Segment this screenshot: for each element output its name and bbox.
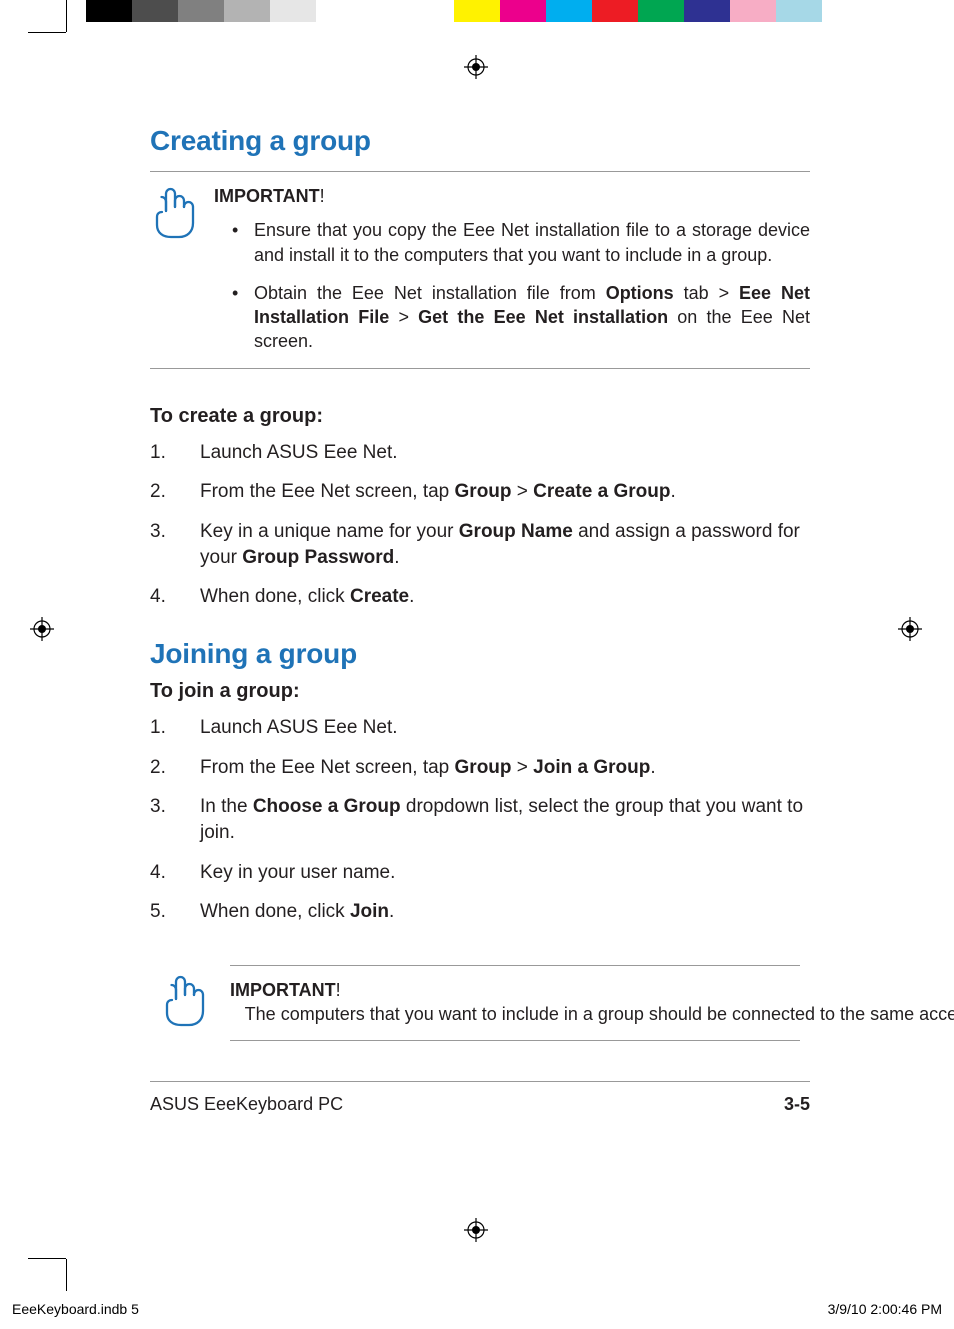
- crop-mark: [66, 0, 67, 32]
- important-hand-icon: [150, 184, 200, 239]
- step-number: 1.: [150, 715, 166, 741]
- step-text: Key in a unique name for your: [200, 521, 459, 542]
- join-steps: 1. Launch ASUS Eee Net. 2. From the Eee Net…: [150, 715, 810, 925]
- important-bang: !: [320, 186, 325, 206]
- registration-mark-icon: [464, 1218, 488, 1242]
- print-timestamp: 3/9/10 2:00:46 PM: [828, 1301, 942, 1317]
- heading-creating-group: Creating a group: [150, 125, 810, 157]
- step-text: >: [512, 481, 534, 502]
- step-bold-text: Create: [350, 586, 409, 607]
- step-text: >: [512, 757, 534, 778]
- important-label: IMPORTANT: [214, 186, 320, 206]
- step-text: .: [389, 901, 394, 922]
- important-box-1: IMPORTANT! Ensure that you copy the Eee …: [150, 171, 810, 369]
- step-bold-text: Join a Group: [533, 757, 650, 778]
- registration-mark-icon: [898, 617, 922, 641]
- heading-joining-group: Joining a group: [150, 638, 810, 670]
- step-text: When done, click: [200, 586, 350, 607]
- step-bold-text: Group Password: [242, 547, 394, 568]
- step-bold-text: Choose a Group: [253, 796, 401, 817]
- create-step: 4. When done, click Create.: [150, 584, 810, 610]
- important-bullets: Ensure that you copy the Eee Net install…: [214, 218, 810, 353]
- crop-mark: [28, 32, 66, 33]
- crop-mark: [28, 1258, 66, 1259]
- step-number: 4.: [150, 584, 166, 610]
- join-step: 2. From the Eee Net screen, tap Group > J…: [150, 755, 810, 781]
- create-step: 2. From the Eee Net screen, tap Group > C…: [150, 479, 810, 505]
- print-job-footer: EeeKeyboard.indb 5 3/9/10 2:00:46 PM: [12, 1301, 942, 1317]
- step-bold-text: Group: [455, 481, 512, 502]
- step-text: .: [670, 481, 675, 502]
- important-bang: !: [336, 980, 341, 1000]
- create-steps: 1. Launch ASUS Eee Net. 2. From the Eee Net…: [150, 440, 810, 610]
- join-step: 3.In the Choose a Group dropdown list, s…: [150, 794, 810, 845]
- important-bullet-1: Ensure that you copy the Eee Net install…: [232, 218, 810, 267]
- footer-page-number: 3-5: [784, 1094, 810, 1115]
- important-text: The computers that you want to include i…: [230, 1004, 954, 1024]
- step-text: .: [394, 547, 399, 568]
- page-content: Creating a group IMPORTANT! Ensure that …: [150, 125, 810, 1115]
- step-number: 3.: [150, 519, 166, 545]
- crop-mark: [66, 1259, 67, 1291]
- important-label: IMPORTANT: [230, 980, 336, 1000]
- step-number: 2.: [150, 755, 166, 781]
- join-step: 5. When done, click Join.: [150, 899, 810, 925]
- important-bullet-2: Obtain the Eee Net installation file fro…: [232, 281, 810, 354]
- footer-product: ASUS EeeKeyboard PC: [150, 1094, 343, 1115]
- step-text: From the Eee Net screen, tap: [200, 481, 455, 502]
- create-step: 3. Key in a unique name for your Group Na…: [150, 519, 810, 570]
- step-bold-text: Create a Group: [533, 481, 670, 502]
- step-text: Key in your user name.: [200, 862, 395, 883]
- page-footer-rule: ASUS EeeKeyboard PC 3-5: [150, 1081, 810, 1115]
- print-file: EeeKeyboard.indb 5: [12, 1301, 139, 1317]
- join-step: 1. Launch ASUS Eee Net.: [150, 715, 810, 741]
- important-hand-icon: [160, 972, 210, 1027]
- step-text: .: [409, 586, 414, 607]
- important-box-2: IMPORTANT! The computers that you want t…: [230, 965, 800, 1042]
- step-bold-text: Group Name: [459, 521, 573, 542]
- step-text: In the: [200, 796, 253, 817]
- create-step: 1. Launch ASUS Eee Net.: [150, 440, 810, 466]
- join-step: 4. Key in your user name.: [150, 860, 810, 886]
- step-text: .: [650, 757, 655, 778]
- step-text: Launch ASUS Eee Net.: [200, 717, 398, 738]
- step-text: From the Eee Net screen, tap: [200, 757, 455, 778]
- step-bold-text: Join: [350, 901, 389, 922]
- step-number: 3.: [150, 794, 166, 820]
- registration-mark-icon: [464, 55, 488, 79]
- step-number: 4.: [150, 860, 166, 886]
- step-number: 5.: [150, 899, 166, 925]
- registration-mark-icon: [30, 617, 54, 641]
- step-text: Launch ASUS Eee Net.: [200, 442, 398, 463]
- subheading-join: To join a group:: [150, 680, 810, 703]
- subheading-create: To create a group:: [150, 405, 810, 428]
- step-number: 1.: [150, 440, 166, 466]
- step-text: When done, click: [200, 901, 350, 922]
- printer-color-bar: [0, 0, 954, 22]
- step-number: 2.: [150, 479, 166, 505]
- step-bold-text: Group: [455, 757, 512, 778]
